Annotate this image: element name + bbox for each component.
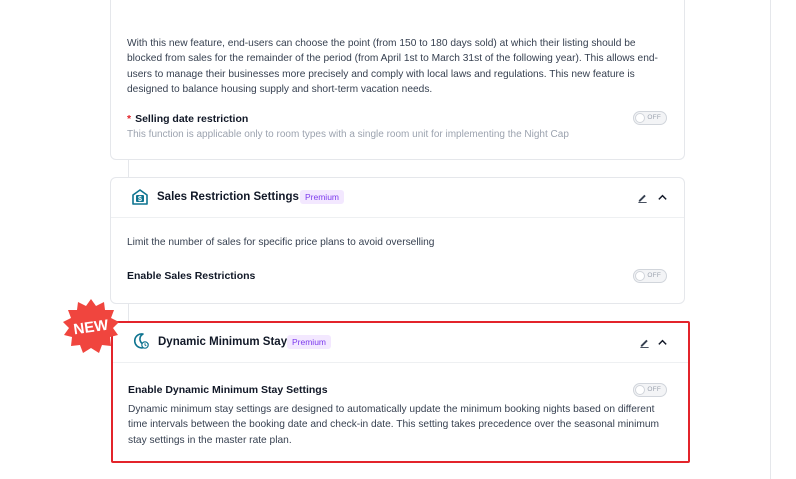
selling-date-hint: This function is applicable only to room… — [127, 129, 569, 140]
dynamic-min-stay-card: Dynamic Minimum Stay Premium Enable Dyna… — [111, 321, 690, 463]
dynamic-min-stay-description: Dynamic minimum stay settings are design… — [128, 404, 659, 446]
toggle-state-text: OFF — [647, 386, 661, 393]
new-feature-badge: NEW — [62, 298, 120, 356]
page-edge-divider — [770, 0, 771, 479]
toggle-knob — [635, 113, 645, 123]
selling-date-label-row: * Selling date restriction — [127, 113, 248, 125]
dynamic-min-stay-title: Dynamic Minimum Stay — [158, 336, 288, 348]
sales-restriction-label: Enable Sales Restrictions — [127, 270, 256, 282]
chevron-up-icon[interactable] — [657, 337, 668, 348]
sales-restriction-description: Limit the number of sales for specific p… — [127, 237, 435, 248]
dollar-shield-icon: $ — [132, 189, 148, 205]
required-mark: * — [127, 113, 132, 125]
svg-text:$: $ — [138, 196, 142, 203]
selling-date-card: With this new feature, end-users can cho… — [110, 0, 685, 160]
premium-badge: Premium — [287, 335, 332, 349]
dynamic-min-stay-label: Enable Dynamic Minimum Stay Settings — [128, 384, 328, 396]
sales-restriction-toggle[interactable]: OFF — [633, 269, 667, 283]
sales-restriction-card: $ Sales Restriction Settings Premium Lim… — [110, 177, 685, 304]
sales-restriction-header[interactable]: $ Sales Restriction Settings Premium — [111, 178, 684, 218]
toggle-knob — [635, 385, 645, 395]
toggle-state-text: OFF — [647, 272, 661, 279]
sales-restriction-title: Sales Restriction Settings — [157, 191, 299, 203]
edit-icon[interactable] — [639, 337, 650, 348]
chevron-up-icon[interactable] — [657, 192, 668, 203]
section-connector — [128, 304, 129, 321]
section-connector — [128, 160, 129, 177]
dynamic-min-stay-toggle[interactable]: OFF — [633, 383, 667, 397]
toggle-state-text: OFF — [647, 114, 661, 121]
selling-date-label: Selling date restriction — [135, 113, 249, 125]
dynamic-min-stay-header[interactable]: Dynamic Minimum Stay Premium — [113, 323, 688, 363]
premium-badge: Premium — [300, 190, 345, 204]
selling-date-description: With this new feature, end-users can cho… — [127, 38, 658, 96]
moon-clock-icon — [133, 333, 149, 349]
toggle-knob — [635, 271, 645, 281]
selling-date-toggle[interactable]: OFF — [633, 111, 667, 125]
edit-icon[interactable] — [637, 192, 648, 203]
